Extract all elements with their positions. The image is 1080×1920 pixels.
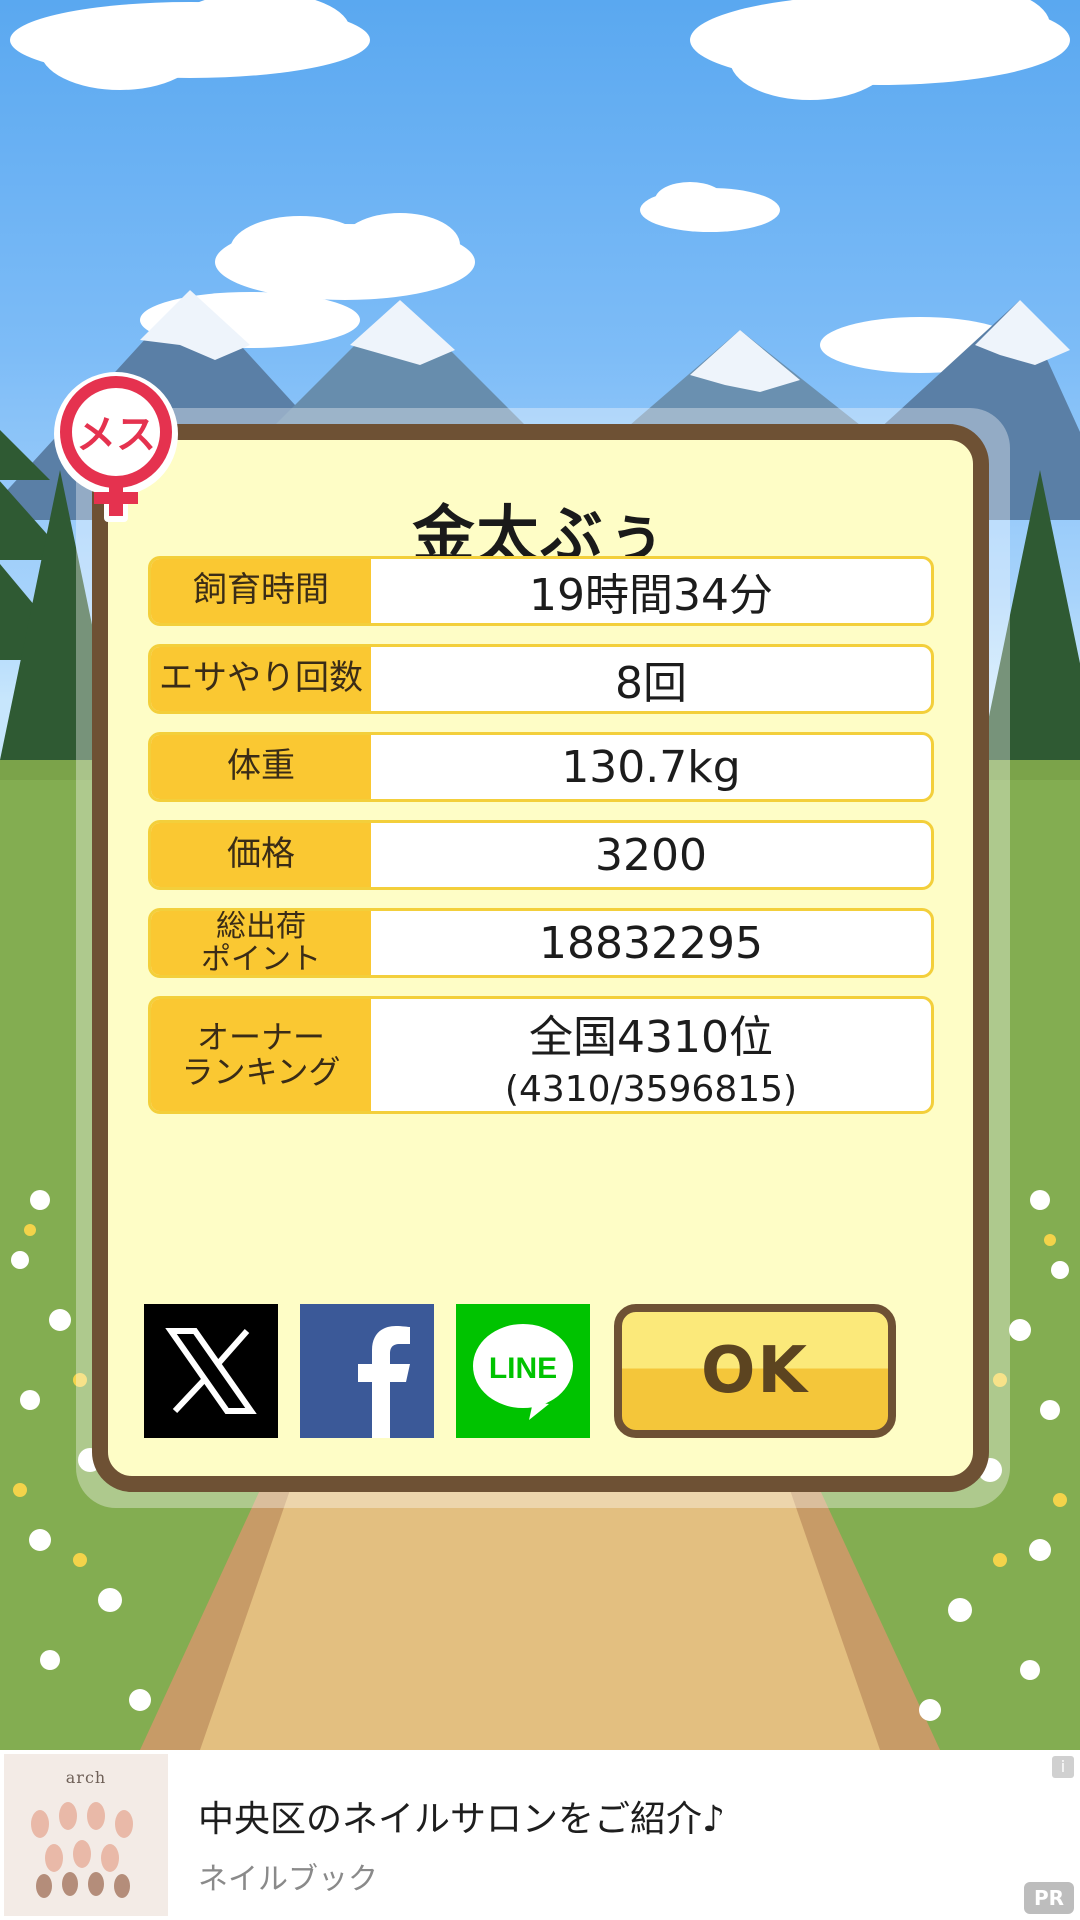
nail-image-icon [31, 1802, 133, 1898]
share-line-button[interactable]: LINE [456, 1304, 590, 1438]
ok-button[interactable]: OK [614, 1304, 896, 1438]
female-badge-icon: メス [54, 372, 178, 522]
gender-badge-text: メス [76, 412, 156, 458]
line-logo-icon: LINE [473, 1324, 573, 1420]
share-x-button[interactable] [144, 1304, 278, 1438]
ad-subtitle: ネイルブック [198, 1862, 378, 1897]
ad-banner[interactable]: arch 中央区のネイルサロンをご紹介♪ ネイルブック i PR [0, 1750, 1080, 1920]
ad-title[interactable]: 中央区のネイルサロンをご紹介♪ [198, 1790, 725, 1842]
x-logo-icon [165, 1328, 257, 1414]
ad-pr-badge: PR [1024, 1882, 1074, 1914]
ad-info-icon[interactable]: i [1052, 1756, 1074, 1778]
facebook-logo-icon [358, 1326, 410, 1438]
share-facebook-button[interactable] [300, 1304, 434, 1438]
ad-thumbnail[interactable]: arch [4, 1754, 168, 1916]
line-logo-text: LINE [489, 1352, 557, 1385]
